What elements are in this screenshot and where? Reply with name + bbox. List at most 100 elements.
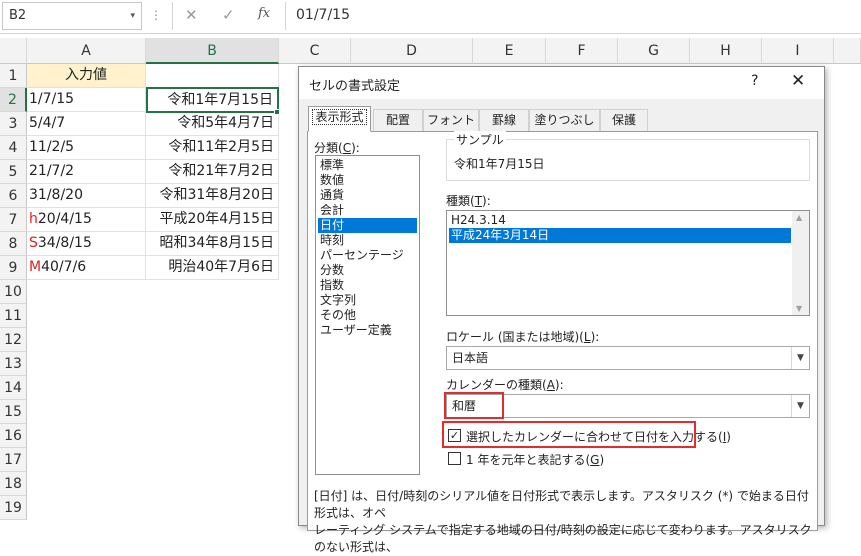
column-header-a[interactable]: A (27, 38, 146, 64)
locale-dropdown[interactable]: 日本語 ▼ (446, 346, 810, 370)
tab-panel-number: 分類(C): 標準 数値 通貨 会計 日付 時刻 パーセンテージ 分数 指数 文… (307, 131, 818, 554)
row-header-9[interactable]: 9 (0, 256, 27, 280)
list-item-selected[interactable]: 平成24年3月14日 (449, 228, 791, 243)
close-icon[interactable]: ✕ (791, 71, 805, 91)
list-item[interactable]: 時刻 (318, 233, 417, 248)
tab-label: 表示形式 (312, 109, 367, 125)
list-item[interactable]: H24.3.14 (449, 213, 791, 228)
name-box[interactable]: B2 ▾ (2, 2, 142, 30)
row-header-13[interactable]: 13 (0, 352, 27, 376)
formula-input[interactable]: 01/7/15 (296, 7, 350, 23)
row-header-18[interactable]: 18 (0, 472, 27, 496)
cell-b9[interactable]: 明治40年7月6日 (146, 256, 279, 280)
insert-function-icon[interactable]: fx (258, 6, 270, 21)
list-item[interactable]: 分数 (318, 263, 417, 278)
row-header-5[interactable]: 5 (0, 160, 27, 184)
list-item[interactable]: 会計 (318, 203, 417, 218)
description-text: [日付] は、日付/時刻のシリアル値を日付形式で表示します。アスタリスク (*)… (314, 489, 812, 554)
row-header-1[interactable]: 1 (0, 64, 27, 88)
cell-a6[interactable]: 31/8/20 (27, 184, 146, 208)
sample-value: 令和1年7月15日 (454, 157, 545, 171)
row-header-10[interactable]: 10 (0, 280, 27, 304)
enter-icon[interactable]: ✓ (222, 6, 235, 24)
row-header-15[interactable]: 15 (0, 400, 27, 424)
cell-text: 5/4/7 (29, 115, 66, 131)
column-header-next (834, 38, 861, 64)
cell-b2-active[interactable]: 令和1年7月15日 (146, 87, 279, 113)
column-header-c[interactable]: C (279, 38, 351, 64)
gannen-checkbox[interactable] (448, 452, 461, 465)
row-header-12[interactable]: 12 (0, 328, 27, 352)
dialog-titlebar[interactable]: セルの書式設定 ? ✕ (299, 67, 824, 99)
list-item[interactable]: その他 (318, 308, 417, 323)
cell-b7[interactable]: 平成20年4月15日 (146, 208, 279, 232)
cell-b3[interactable]: 令和5年4月7日 (146, 112, 279, 136)
chevron-down-icon[interactable]: ▼ (791, 347, 809, 369)
tab-protection[interactable]: 保護 (600, 109, 648, 131)
cell-text: 34/8/15 (37, 235, 92, 251)
row-header-11[interactable]: 11 (0, 304, 27, 328)
tab-alignment[interactable]: 配置 (373, 109, 423, 131)
row-header-16[interactable]: 16 (0, 424, 27, 448)
row-header-2[interactable]: 2 (0, 88, 27, 112)
tab-font[interactable]: フォント (423, 109, 479, 131)
divider (285, 2, 286, 30)
list-item[interactable]: 通貨 (318, 188, 417, 203)
era-prefix: h (29, 211, 38, 227)
tab-number[interactable]: 表示形式 (308, 106, 371, 132)
cell-a3[interactable]: 5/4/7 (27, 112, 146, 136)
cell-b6[interactable]: 令和31年8月20日 (146, 184, 279, 208)
row-header-4[interactable]: 4 (0, 136, 27, 160)
list-item[interactable]: 数値 (318, 173, 417, 188)
cell-b4[interactable]: 令和11年2月5日 (146, 136, 279, 160)
cell-a8[interactable]: S34/8/15 (27, 232, 146, 256)
column-header-e[interactable]: E (473, 38, 546, 64)
row-header-17[interactable]: 17 (0, 448, 27, 472)
list-item[interactable]: パーセンテージ (318, 248, 417, 263)
column-header-i[interactable]: I (762, 38, 834, 64)
divider (172, 2, 173, 30)
row-header-8[interactable]: 8 (0, 232, 27, 256)
cell-a2[interactable]: 1/7/15 (27, 88, 146, 112)
list-item[interactable]: 指数 (318, 278, 417, 293)
row-header-3[interactable]: 3 (0, 112, 27, 136)
column-header-h[interactable]: H (690, 38, 762, 64)
help-icon[interactable]: ? (751, 73, 758, 89)
cell-b1[interactable] (146, 64, 279, 88)
column-header-f[interactable]: F (546, 38, 618, 64)
select-all-corner[interactable] (0, 38, 27, 64)
scrollbar[interactable]: ▲ ▼ (792, 211, 809, 315)
row-header-14[interactable]: 14 (0, 376, 27, 400)
cell-a5[interactable]: 21/7/2 (27, 160, 146, 184)
category-label: 分類(C): (314, 141, 360, 155)
list-item[interactable]: 文字列 (318, 293, 417, 308)
cell-a4[interactable]: 11/2/5 (27, 136, 146, 160)
row-header-6[interactable]: 6 (0, 184, 27, 208)
chevron-down-icon[interactable]: ▼ (791, 395, 809, 417)
cell-b5[interactable]: 令和21年7月2日 (146, 160, 279, 184)
tab-fill[interactable]: 塗りつぶし (529, 109, 600, 131)
list-item[interactable]: 標準 (318, 158, 417, 173)
row-header-19[interactable]: 19 (0, 496, 27, 520)
cell-a9[interactable]: M40/7/6 (27, 256, 146, 280)
list-item[interactable]: ユーザー定義 (318, 323, 417, 338)
column-header-d[interactable]: D (351, 38, 473, 64)
checkbox-label[interactable]: 1 年を元年と表記する(G) (466, 451, 604, 468)
column-header-g[interactable]: G (618, 38, 690, 64)
fill-handle[interactable] (274, 109, 280, 115)
cell-a1[interactable]: 入力値 (27, 64, 146, 88)
row-header-7[interactable]: 7 (0, 208, 27, 232)
cancel-icon[interactable]: ✕ (185, 6, 198, 24)
column-header-b[interactable]: B (146, 38, 279, 64)
chevron-down-icon[interactable]: ▾ (130, 3, 135, 29)
highlight-box (442, 421, 696, 448)
cell-a7[interactable]: h20/4/15 (27, 208, 146, 232)
cell-b8[interactable]: 昭和34年8月15日 (146, 232, 279, 256)
type-list[interactable]: H24.3.14 平成24年3月14日 ▲ ▼ (446, 210, 810, 316)
tab-border[interactable]: 罫線 (479, 109, 529, 131)
list-item-selected[interactable]: 日付 (318, 218, 417, 233)
scroll-down-icon[interactable]: ▼ (796, 304, 802, 313)
scroll-up-icon[interactable]: ▲ (796, 213, 802, 222)
category-list[interactable]: 標準 数値 通貨 会計 日付 時刻 パーセンテージ 分数 指数 文字列 その他 … (315, 155, 420, 475)
more-options-icon[interactable]: ⋮ (150, 8, 162, 22)
